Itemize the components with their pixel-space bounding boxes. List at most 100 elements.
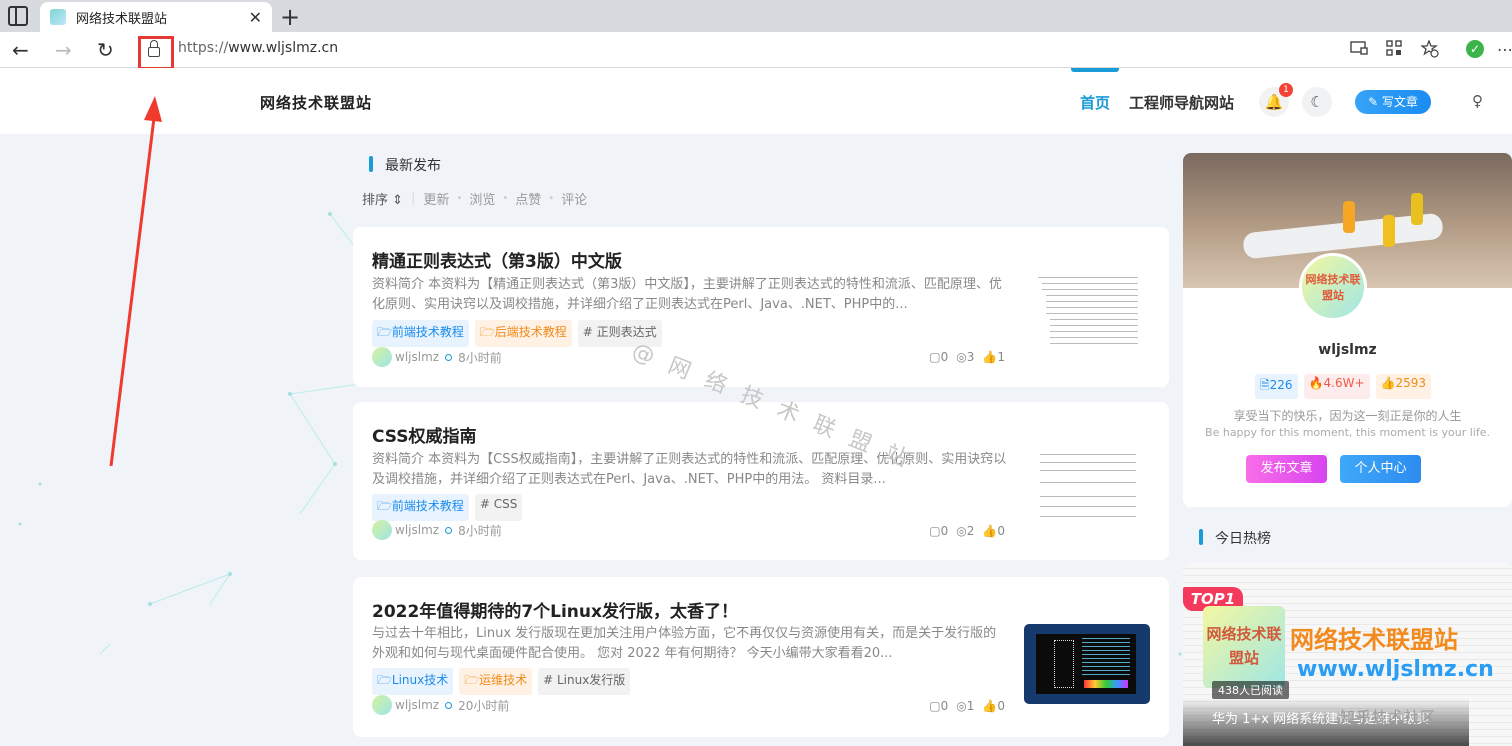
article-stats: ▢0 ◎2 👍0: [929, 524, 1005, 538]
article-time: 8小时前: [458, 523, 502, 538]
back-icon[interactable]: ←: [12, 38, 29, 62]
article-summary: 与过去十年相比，Linux 发行版现在更加关注用户体验方面，它不再仅仅与资源使用…: [372, 626, 997, 661]
hot-logo-image: 网络技术联盟站: [1203, 606, 1285, 688]
more-icon[interactable]: ⋯: [1497, 40, 1512, 59]
clock-icon: [445, 526, 453, 534]
sort-option-comments[interactable]: 评论: [561, 189, 587, 208]
thumb-icon: 👍: [982, 699, 998, 713]
clock-icon: [445, 353, 453, 361]
view-count: ◎1: [956, 699, 975, 713]
app-available-icon[interactable]: [1350, 40, 1368, 56]
avatar[interactable]: 网络技术联盟站: [1299, 253, 1367, 321]
hot-brand-text: 网络技术联盟站: [1290, 626, 1458, 654]
profile-card: 网络技术联盟站 wljslmz 🗎226 🔥4.6W+ 👍2593 享受当下的快…: [1183, 153, 1512, 507]
hot-view-count: 438人已阅读: [1212, 681, 1289, 699]
new-tab-icon[interactable]: +: [280, 3, 300, 31]
write-article-button[interactable]: ✎ 写文章: [1355, 90, 1431, 114]
article-title[interactable]: CSS权威指南: [372, 422, 477, 447]
tag-category[interactable]: 🗁后端技术教程: [474, 320, 572, 347]
article-thumbnail[interactable]: [1036, 448, 1162, 528]
thumb-icon: 👍: [982, 524, 998, 538]
tag-category[interactable]: 🗁运维技术: [459, 668, 533, 695]
comment-count: ▢0: [929, 699, 949, 713]
nav-item-engineer-nav[interactable]: 工程师导航网站: [1129, 92, 1234, 113]
tag-category[interactable]: 🗁Linux技术: [372, 668, 454, 695]
personal-center-button[interactable]: 个人中心: [1340, 455, 1421, 483]
article-author[interactable]: wljslmz: [395, 698, 439, 712]
profile-motto-en: Be happy for this moment, this moment is…: [1205, 426, 1490, 439]
article-card[interactable]: CSS权威指南 资料简介 本资料为【CSS权威指南】，主要讲解了正则表达式的特性…: [353, 402, 1169, 560]
article-title[interactable]: 2022年值得期待的7个Linux发行版，太香了！: [372, 597, 738, 622]
article-stats: ▢0 ◎3 👍1: [929, 350, 1005, 364]
tab-title: 网络技术联盟站: [76, 11, 168, 27]
qr-code-icon[interactable]: [1386, 40, 1402, 56]
tag-category[interactable]: 🗁前端技术教程: [372, 320, 469, 347]
moon-icon[interactable]: ☾: [1302, 87, 1332, 117]
tag-topic[interactable]: # Linux发行版: [538, 668, 631, 695]
article-author[interactable]: wljslmz: [395, 350, 439, 364]
sort-option-update[interactable]: 更新: [423, 189, 449, 208]
tab-actions-icon[interactable]: [8, 6, 28, 26]
thumb-icon: 👍: [982, 350, 998, 364]
lock-icon[interactable]: [147, 40, 161, 58]
article-summary: 资料简介 本资料为【精通正则表达式（第3版）中文版】，主要讲解了正则表达式的特性…: [372, 277, 1002, 312]
nav-item-home[interactable]: 首页: [1080, 92, 1110, 113]
watermark-text: 知乎技术社区: [1340, 708, 1437, 726]
section-bar: [369, 156, 373, 172]
article-stats: ▢0 ◎1 👍0: [929, 699, 1005, 713]
favorites-add-icon[interactable]: [1421, 40, 1439, 58]
refresh-icon[interactable]: ↻: [97, 38, 114, 62]
like-count: 👍0: [982, 699, 1005, 713]
url-protocol: https://: [178, 40, 229, 56]
hot-count-badge: 🔥4.6W+: [1303, 374, 1370, 399]
publish-article-button[interactable]: 发布文章: [1246, 455, 1327, 483]
forward-icon[interactable]: →: [55, 38, 72, 62]
sort-option-likes[interactable]: 点赞: [515, 189, 541, 208]
nav-active-indicator: [1071, 68, 1119, 72]
article-thumbnail[interactable]: [1024, 624, 1150, 704]
comment-count: ▢0: [929, 524, 949, 538]
eye-icon: ◎: [956, 350, 967, 364]
article-time: 20小时前: [458, 698, 510, 713]
article-card[interactable]: 精通正则表达式（第3版）中文版 资料简介 本资料为【精通正则表达式（第3版）中文…: [353, 227, 1169, 387]
comment-icon: ▢: [929, 524, 941, 538]
like-count: 👍0: [982, 524, 1005, 538]
user-icon[interactable]: ♀: [1472, 92, 1483, 110]
eye-icon: ◎: [956, 524, 967, 538]
avatar[interactable]: [372, 520, 392, 540]
site-favicon-icon: [50, 9, 66, 25]
comment-count: ▢0: [929, 350, 949, 364]
browser-tab-bar: 网络技术联盟站 ✕ +: [0, 0, 1512, 32]
clock-icon: [445, 701, 453, 709]
article-title[interactable]: 精通正则表达式（第3版）中文版: [372, 247, 622, 272]
section-bar: [1199, 529, 1203, 545]
sort-option-views[interactable]: 浏览: [469, 189, 495, 208]
profile-motto: 享受当下的快乐，因为这一刻正是你的人生: [1233, 409, 1462, 423]
view-count: ◎2: [956, 524, 975, 538]
avatar[interactable]: [372, 347, 392, 367]
profile-stats: 🗎226 🔥4.6W+ 👍2593: [1255, 374, 1431, 399]
article-count-badge: 🗎226: [1255, 374, 1298, 399]
article-card[interactable]: 2022年值得期待的7个Linux发行版，太香了！ 与过去十年相比，Linux …: [353, 577, 1169, 737]
like-count-badge: 👍2593: [1375, 374, 1431, 399]
like-count: 👍1: [982, 350, 1005, 364]
site-logo[interactable]: 网络技术联盟站: [260, 92, 372, 113]
article-thumbnail[interactable]: [1036, 273, 1162, 353]
section-title-latest: 最新发布: [385, 158, 441, 174]
sort-label[interactable]: 排序 ⇕: [362, 189, 403, 208]
url-field[interactable]: https://www.wljslmz.cn: [178, 40, 338, 56]
tag-topic[interactable]: # CSS: [474, 494, 523, 521]
article-author[interactable]: wljslmz: [395, 523, 439, 537]
sort-row: 排序 ⇕ | 更新 • 浏览 • 点赞 • 评论: [362, 189, 588, 208]
tab-close-icon[interactable]: ✕: [249, 8, 262, 27]
avatar[interactable]: [372, 695, 392, 715]
comment-icon: ▢: [929, 350, 941, 364]
tag-category[interactable]: 🗁前端技术教程: [372, 494, 469, 521]
comment-icon: ▢: [929, 699, 941, 713]
hot-url-text: www.wljslmz.cn: [1297, 657, 1494, 682]
notification-badge: 1: [1279, 83, 1293, 97]
browser-tab[interactable]: 网络技术联盟站 ✕: [40, 2, 272, 32]
article-time: 8小时前: [458, 350, 502, 365]
extension-icon[interactable]: ✓: [1466, 40, 1484, 58]
profile-name[interactable]: wljslmz: [1183, 342, 1512, 358]
